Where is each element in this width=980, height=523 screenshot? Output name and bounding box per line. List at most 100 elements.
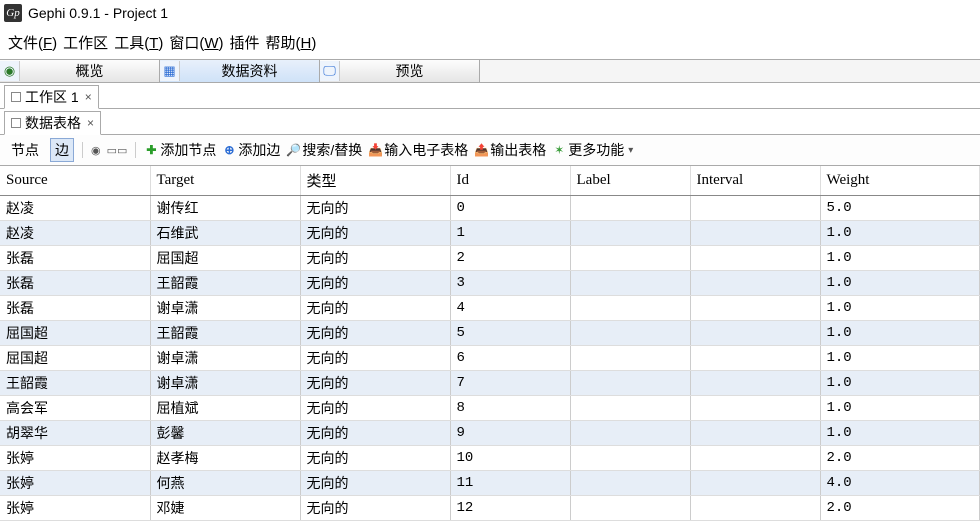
cell-weight[interactable]: 1.0 [820,321,980,346]
cell-label[interactable] [570,421,690,446]
cell-interval[interactable] [690,471,820,496]
cell-interval[interactable] [690,446,820,471]
cell-id[interactable]: 1 [450,221,570,246]
table-row[interactable]: 张磊王韶霞无向的31.0 [0,271,980,296]
col-id[interactable]: Id [450,166,570,196]
cell-type[interactable]: 无向的 [300,396,450,421]
cell-interval[interactable] [690,246,820,271]
table-row[interactable]: 屈国超王韶霞无向的51.0 [0,321,980,346]
col-source[interactable]: Source [0,166,150,196]
cell-type[interactable]: 无向的 [300,246,450,271]
cell-label[interactable] [570,446,690,471]
col-type[interactable]: 类型 [300,166,450,196]
cell-label[interactable] [570,471,690,496]
cell-type[interactable]: 无向的 [300,471,450,496]
import-spreadsheet-button[interactable]: 📥输入电子表格 [368,140,468,160]
cell-target[interactable]: 邓婕 [150,496,300,521]
col-interval[interactable]: Interval [690,166,820,196]
cell-label[interactable] [570,196,690,221]
cell-source[interactable]: 屈国超 [0,321,150,346]
cell-weight[interactable]: 5.0 [820,196,980,221]
cell-id[interactable]: 0 [450,196,570,221]
table-row[interactable]: 赵凌谢传红无向的05.0 [0,196,980,221]
menu-help[interactable]: 帮助(H) [266,32,317,53]
cell-label[interactable] [570,371,690,396]
cell-label[interactable] [570,221,690,246]
cell-type[interactable]: 无向的 [300,296,450,321]
cell-type[interactable]: 无向的 [300,346,450,371]
tab-preview[interactable]: 🖵 预览 [320,60,480,82]
cell-type[interactable]: 无向的 [300,496,450,521]
table-row[interactable]: 张婷何燕无向的114.0 [0,471,980,496]
search-replace-button[interactable]: 🔎搜索/替换 [286,140,362,160]
cell-interval[interactable] [690,221,820,246]
cell-target[interactable]: 彭馨 [150,421,300,446]
cell-id[interactable]: 8 [450,396,570,421]
cell-interval[interactable] [690,421,820,446]
cell-type[interactable]: 无向的 [300,271,450,296]
cell-interval[interactable] [690,271,820,296]
cell-source[interactable]: 张磊 [0,296,150,321]
cell-target[interactable]: 屈国超 [150,246,300,271]
cell-target[interactable]: 谢传红 [150,196,300,221]
cell-source[interactable]: 张磊 [0,246,150,271]
table-row[interactable]: 赵凌石维武无向的11.0 [0,221,980,246]
cell-target[interactable]: 谢卓潇 [150,296,300,321]
more-functions-button[interactable]: ✶更多功能▾ [552,140,633,160]
col-weight[interactable]: Weight [820,166,980,196]
table-row[interactable]: 张婷赵孝梅无向的102.0 [0,446,980,471]
export-table-button[interactable]: 📤输出表格 [474,140,546,160]
cell-id[interactable]: 10 [450,446,570,471]
cell-interval[interactable] [690,296,820,321]
cell-interval[interactable] [690,371,820,396]
cell-interval[interactable] [690,396,820,421]
table-row[interactable]: 胡翠华彭馨无向的91.0 [0,421,980,446]
visibility-icon[interactable]: ▭▭ [107,144,128,157]
cell-type[interactable]: 无向的 [300,421,450,446]
cell-label[interactable] [570,396,690,421]
cell-id[interactable]: 5 [450,321,570,346]
cell-weight[interactable]: 1.0 [820,246,980,271]
table-row[interactable]: 屈国超谢卓潇无向的61.0 [0,346,980,371]
cell-weight[interactable]: 1.0 [820,271,980,296]
cell-target[interactable]: 王韶霞 [150,321,300,346]
cell-weight[interactable]: 1.0 [820,221,980,246]
cell-weight[interactable]: 2.0 [820,496,980,521]
cell-id[interactable]: 3 [450,271,570,296]
table-row[interactable]: 高会军屈植斌无向的81.0 [0,396,980,421]
add-edge-button[interactable]: ⊕添加边 [222,140,280,160]
menu-window[interactable]: 窗口(W) [169,32,223,53]
cell-label[interactable] [570,321,690,346]
workspace-tab-1[interactable]: 工作区 1 × [4,85,99,109]
table-row[interactable]: 张婷邓婕无向的122.0 [0,496,980,521]
cell-target[interactable]: 屈植斌 [150,396,300,421]
tab-data-laboratory[interactable]: ▦ 数据资料 [160,60,320,82]
cell-weight[interactable]: 1.0 [820,296,980,321]
table-row[interactable]: 张磊谢卓潇无向的41.0 [0,296,980,321]
menu-plugins[interactable]: 插件 [230,32,260,53]
cell-id[interactable]: 9 [450,421,570,446]
cell-id[interactable]: 7 [450,371,570,396]
cell-source[interactable]: 张婷 [0,471,150,496]
close-icon[interactable]: × [87,116,94,130]
cell-source[interactable]: 张婷 [0,496,150,521]
cell-label[interactable] [570,246,690,271]
data-table-wrap[interactable]: Source Target 类型 Id Label Interval Weigh… [0,166,980,521]
cell-interval[interactable] [690,321,820,346]
cell-type[interactable]: 无向的 [300,446,450,471]
cell-source[interactable]: 高会军 [0,396,150,421]
cell-label[interactable] [570,496,690,521]
cell-source[interactable]: 张磊 [0,271,150,296]
cell-id[interactable]: 11 [450,471,570,496]
nodes-toggle[interactable]: 节点 [6,138,44,162]
config-icon[interactable]: ◉ [91,144,101,157]
cell-target[interactable]: 石维武 [150,221,300,246]
edges-toggle[interactable]: 边 [50,138,74,162]
table-row[interactable]: 王韶霞谢卓潇无向的71.0 [0,371,980,396]
add-node-button[interactable]: ✚添加节点 [144,140,216,160]
cell-target[interactable]: 何燕 [150,471,300,496]
cell-weight[interactable]: 1.0 [820,346,980,371]
cell-weight[interactable]: 2.0 [820,446,980,471]
cell-type[interactable]: 无向的 [300,221,450,246]
cell-label[interactable] [570,271,690,296]
